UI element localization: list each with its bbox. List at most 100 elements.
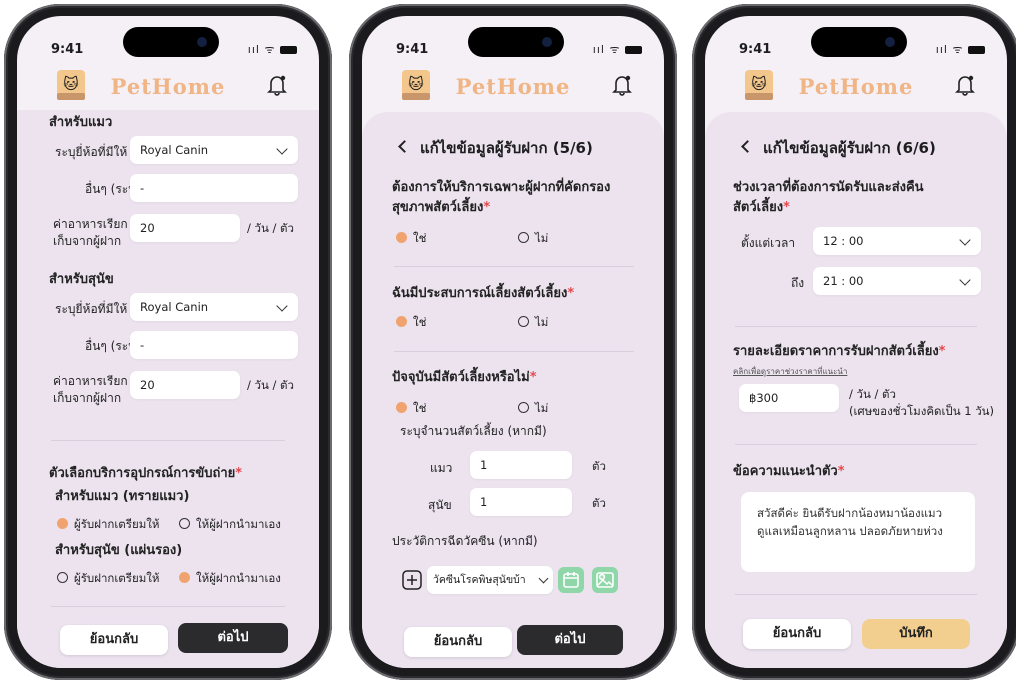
status-bar: 9:41 ııl ᯤ [362, 16, 664, 66]
phone-frame-3: 9:41 ııl ᯤ 🐱 PetHome แก้ไขข้อมูลผู้รับฝา… [692, 4, 1016, 680]
vaccine-select[interactable]: วัคซีนโรคพิษสุนัขบ้า [427, 566, 553, 594]
add-plus-icon[interactable] [402, 570, 422, 590]
intro-line2: ดูแลเหมือนลูกหลาน ปลอดภัยหายห่วง [757, 524, 943, 538]
divider [735, 444, 977, 445]
notification-bell-icon[interactable] [612, 74, 632, 96]
dog-count-input[interactable]: 1 [470, 488, 572, 516]
chevron-down-icon [276, 143, 288, 155]
notification-bell-icon[interactable] [267, 74, 287, 96]
chevron-down-icon [959, 274, 971, 286]
radio-label: ใช่ [413, 401, 427, 415]
chevron-down-icon [276, 300, 288, 312]
signal-text: ııl ᯤ [592, 43, 621, 56]
form-sheet: แก้ไขข้อมูลผู้รับฝาก (5/6) ต้องการให้บริ… [362, 112, 664, 668]
required-mark: * [837, 464, 845, 479]
dog-brand-select[interactable]: Royal Canin [130, 293, 298, 321]
save-button[interactable]: บันทึก [862, 619, 970, 649]
radio-q1-yes[interactable]: ใช่ [396, 230, 426, 248]
intro-line1: สวัสดีค่ะ ยินดีรับฝากน้องหมาน้องแมว [757, 506, 943, 520]
signal-text: ııl ᯤ [935, 43, 964, 56]
intro-textarea[interactable]: สวัสดีค่ะ ยินดีรับฝากน้องหมาน้องแมวดูแลเ… [741, 492, 975, 572]
fee-label: ค่าอาหารเรียก เก็บจากผู้ฝาก [53, 216, 128, 250]
form-sheet: สำหรับแมว ระบุยี่ห้อที่มีให้ Royal Canin… [17, 110, 319, 668]
required-mark: * [483, 200, 491, 215]
radio-cat-owner[interactable]: ให้ผู้ฝากนำมาเอง [179, 516, 281, 534]
dog-fee-unit: / วัน / ตัว [247, 378, 294, 392]
radio-label: ใช่ [413, 315, 427, 329]
camera-icon [542, 37, 552, 47]
battery-icon [280, 46, 297, 54]
from-time-label: ตั้งแต่เวลา [741, 236, 796, 250]
price-suggestion-link[interactable]: คลิกเพื่อดูราคาช่วงราคาที่แนะนำ [733, 365, 847, 378]
question-screening: ต้องการให้บริการเฉพาะผู้ฝากที่คัดกรอง สุข… [392, 178, 610, 218]
cat-brand-select[interactable]: Royal Canin [130, 136, 298, 164]
toilet-question: ตัวเลือกบริการอุปกรณ์การขับถ่าย* [49, 464, 242, 484]
add-image-button[interactable] [592, 567, 618, 593]
chevron-down-icon [538, 573, 549, 584]
radio-label: ไม่ [535, 315, 549, 329]
price-unit-line2: (เศษของชั่วโมงคิดเป็น 1 วัน) [849, 404, 995, 418]
dog-fee-input[interactable]: 20 [130, 371, 240, 399]
price-question: รายละเอียดราคาการรับฝากสัตว์เลี้ยง* [733, 342, 945, 362]
question-text: ตัวเลือกบริการอุปกรณ์การขับถ่าย [49, 466, 236, 481]
dog-fee-label: ค่าอาหารเรียก เก็บจากผู้ฝาก [53, 373, 128, 407]
app-header: 🐱 PetHome [362, 70, 664, 110]
dynamic-island [811, 27, 907, 57]
back-arrow-icon[interactable] [741, 140, 754, 153]
radio-dog-owner[interactable]: ให้ผู้ฝากนำมาเอง [179, 570, 281, 588]
next-button[interactable]: ต่อไป [517, 625, 623, 655]
to-time-select[interactable]: 21 : 00 [813, 267, 981, 295]
radio-q2-yes[interactable]: ใช่ [396, 314, 426, 332]
radio-label: ไม่ [535, 401, 549, 415]
radio-q3-yes[interactable]: ใช่ [396, 400, 426, 418]
dynamic-island [123, 27, 219, 57]
question-text: ปัจจุบันมีสัตว์เลี้ยงหรือไม่ [392, 370, 530, 385]
notification-bell-icon[interactable] [955, 74, 975, 96]
radio-empty-icon [518, 316, 529, 327]
chevron-down-icon [959, 234, 971, 246]
back-button[interactable]: ย้อนกลับ [404, 627, 512, 657]
fee-label-line2: เก็บจากผู้ฝาก [53, 391, 122, 405]
radio-label: ให้ผู้ฝากนำมาเอง [196, 571, 281, 585]
price-input[interactable]: ฿300 [739, 384, 839, 412]
radio-q2-no[interactable]: ไม่ [518, 314, 548, 332]
required-mark: * [235, 466, 243, 481]
radio-cat-provider[interactable]: ผู้รับฝากเตรียมให้ [57, 516, 159, 534]
price-unit-line1: / วัน / ตัว [849, 387, 896, 401]
calendar-button[interactable] [558, 567, 584, 593]
radio-q3-no[interactable]: ไม่ [518, 400, 548, 418]
status-time: 9:41 [396, 42, 429, 57]
screen-food-toilet: 9:41 ııl ᯤ 🐱 PetHome สำหรับแมว ระบุยี่ห้… [17, 16, 319, 668]
back-arrow-icon[interactable] [398, 140, 411, 153]
select-value: Royal Canin [140, 143, 209, 157]
radio-selected-icon [396, 316, 407, 327]
next-button[interactable]: ต่อไป [178, 623, 288, 653]
radio-selected-icon [396, 402, 407, 413]
dog-other-input[interactable]: - [130, 331, 298, 359]
divider [394, 266, 634, 267]
page-title: แก้ไขข้อมูลผู้รับฝาก (6/6) [763, 139, 936, 157]
radio-dog-provider[interactable]: ผู้รับฝากเตรียมให้ [57, 570, 159, 588]
phone-frame-1: 9:41 ııl ᯤ 🐱 PetHome สำหรับแมว ระบุยี่ห้… [4, 4, 332, 680]
from-time-select[interactable]: 12 : 00 [813, 227, 981, 255]
phone-frame-2: 9:41 ııl ᯤ 🐱 PetHome แก้ไขข้อมูลผู้รับฝา… [349, 4, 677, 680]
radio-q1-no[interactable]: ไม่ [518, 230, 548, 248]
cat-other-input[interactable]: - [130, 174, 298, 202]
cat-count-unit: ตัว [592, 459, 606, 473]
radio-empty-icon [518, 232, 529, 243]
required-mark: * [567, 286, 575, 301]
cat-fee-input[interactable]: 20 [130, 214, 240, 242]
question-current-pets: ปัจจุบันมีสัตว์เลี้ยงหรือไม่* [392, 368, 537, 388]
radio-empty-icon [57, 572, 68, 583]
section-cat: สำหรับแมว [49, 115, 113, 130]
section-dog: สำหรับสุนัข [49, 272, 114, 287]
back-button[interactable]: ย้อนกลับ [743, 619, 851, 649]
select-value: Royal Canin [140, 300, 209, 314]
radio-label: ผู้รับฝากเตรียมให้ [74, 571, 160, 585]
cat-count-input[interactable]: 1 [470, 451, 572, 479]
back-button[interactable]: ย้อนกลับ [60, 625, 168, 655]
required-mark: * [783, 200, 790, 215]
divider [394, 351, 634, 352]
dog-count-label: สุนัข [428, 498, 452, 512]
cat-count-label: แมว [430, 461, 453, 475]
